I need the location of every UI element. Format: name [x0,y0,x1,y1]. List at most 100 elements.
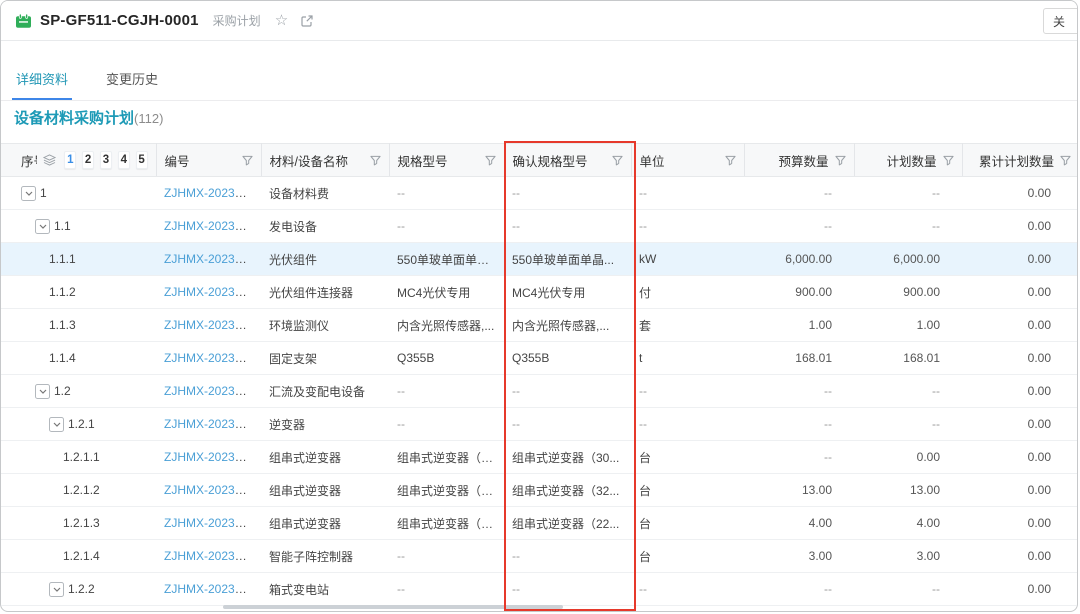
cell-name: 组串式逆变器 [261,441,389,474]
row-code-link[interactable]: ZJHMX-20230606... [164,351,261,365]
expand-collapse-toggle[interactable] [35,384,50,399]
favorite-star-icon[interactable]: ☆ [275,13,288,28]
horizontal-scrollbar[interactable] [223,605,563,609]
tree-level-button-4[interactable]: 4 [118,151,130,169]
table-row[interactable]: 1.2ZJHMX-20230606...汇流及变配电设备----------0.… [1,375,1078,408]
cell-code: ZJHMX-20230606... [156,507,261,540]
cell-plan_qty: -- [854,408,962,441]
cell-plan_qty: -- [854,573,962,606]
tab-change-history[interactable]: 变更历史 [104,69,160,100]
share-icon[interactable] [300,14,314,28]
table-row[interactable]: 1.1.2ZJHMX-20230606...光伏组件连接器MC4光伏专用MC4光… [1,276,1078,309]
cell-seq: 1.2.2 [1,573,156,606]
filter-icon[interactable] [370,155,381,166]
row-code-link[interactable]: ZJHMX-20230606... [164,285,261,299]
column-header-unit[interactable]: 单位 [631,144,744,177]
row-code-link[interactable]: ZJHMX-20230606... [164,252,261,266]
column-label: 规格型号 [398,151,448,170]
filter-icon[interactable] [725,155,736,166]
tree-layers-icon[interactable] [43,154,56,166]
table-row[interactable]: 1ZJHMX-20230606...设备材料费----------0.00 [1,177,1078,210]
cell-seq: 1.1.4 [1,342,156,375]
column-label: 编号 [165,151,190,170]
expand-collapse-toggle[interactable] [49,582,64,597]
cell-seq: 1.2 [1,375,156,408]
cell-name: 光伏组件连接器 [261,276,389,309]
table-row[interactable]: 1.1.4ZJHMX-20230606...固定支架Q355BQ355Bt168… [1,342,1078,375]
table-row[interactable]: 1.2.1.1ZJHMX-20230606...组串式逆变器组串式逆变器（30.… [1,441,1078,474]
cell-confirm_spec: -- [504,540,631,573]
cell-seq: 1.2.1.3 [1,507,156,540]
cell-cum_plan_qty: 0.00 [962,210,1078,243]
column-header-budget_qty[interactable]: 预算数量 [744,144,854,177]
column-header-code[interactable]: 编号 [156,144,261,177]
row-code-link[interactable]: ZJHMX-20230606... [164,219,261,233]
row-code-link[interactable]: ZJHMX-20230606... [164,516,261,530]
column-header-spec[interactable]: 规格型号 [389,144,504,177]
cell-code: ZJHMX-20230606... [156,309,261,342]
expand-collapse-toggle[interactable] [35,219,50,234]
expand-collapse-toggle[interactable] [21,186,36,201]
column-header-plan_qty[interactable]: 计划数量 [854,144,962,177]
row-code-link[interactable]: ZJHMX-20230606... [164,318,261,332]
cell-confirm_spec: -- [504,408,631,441]
row-seq-label: 1.2 [54,384,71,398]
table-row[interactable]: 1.2.1.3ZJHMX-20230606...组串式逆变器组串式逆变器（22.… [1,507,1078,540]
cell-cum_plan_qty: 0.00 [962,375,1078,408]
cell-spec: Q355B [389,342,504,375]
row-code-link[interactable]: ZJHMX-20230606... [164,417,261,431]
cell-budget_qty: -- [744,408,854,441]
table-row[interactable]: 1.1.3ZJHMX-20230606...环境监测仪内含光照传感器,...内含… [1,309,1078,342]
cell-spec: 内含光照传感器,... [389,309,504,342]
expand-collapse-toggle[interactable] [49,417,64,432]
filter-icon[interactable] [1060,155,1071,166]
row-code-link[interactable]: ZJHMX-20230606... [164,450,261,464]
procurement-table-wrap: 序号12345 编号 材料/设备名称规格型号 确认规格型号 单位预算数量计划数量累计计划… [1,143,1077,606]
filter-icon[interactable] [485,155,496,166]
table-row[interactable]: 1.2.1.4ZJHMX-20230606...智能子阵控制器----台3.00… [1,540,1078,573]
row-code-link[interactable]: ZJHMX-20230606... [164,384,261,398]
row-code-link[interactable]: ZJHMX-20230606... [164,186,261,200]
cell-code: ZJHMX-20230606... [156,375,261,408]
cell-name: 设备材料费 [261,177,389,210]
cell-seq: 1.1.1 [1,243,156,276]
table-row[interactable]: 1.2.1ZJHMX-20230606...逆变器----------0.00 [1,408,1078,441]
column-header-confirm_spec[interactable]: 确认规格型号 [504,144,631,177]
column-header-name[interactable]: 材料/设备名称 [261,144,389,177]
column-label: 确认规格型号 [513,151,588,170]
tree-level-button-1[interactable]: 1 [64,151,76,169]
filter-icon[interactable] [835,155,846,166]
cell-code: ZJHMX-20230606... [156,342,261,375]
procurement-plan-window: SP-GF511-CGJH-0001 采购计划 ☆ 关 详细资料 变更历史 设备… [0,0,1078,612]
cell-budget_qty: -- [744,177,854,210]
filter-icon[interactable] [242,155,253,166]
tree-level-button-3[interactable]: 3 [100,151,112,169]
close-button[interactable]: 关 [1043,8,1078,34]
row-seq-label: 1.2.2 [68,582,95,596]
row-seq-label: 1.1.1 [49,252,76,266]
cell-confirm_spec: 组串式逆变器（22... [504,507,631,540]
row-seq-label: 1.2.1.4 [63,549,100,563]
tab-detail-info[interactable]: 详细资料 [14,69,70,100]
row-code-link[interactable]: ZJHMX-20230606... [164,483,261,497]
filter-icon[interactable] [612,155,623,166]
cell-confirm_spec: -- [504,573,631,606]
table-row[interactable]: 1.1ZJHMX-20230606...发电设备----------0.00 [1,210,1078,243]
cell-unit: -- [631,408,744,441]
cell-seq: 1.2.1.1 [1,441,156,474]
table-row[interactable]: 1.1.1ZJHMX-20230606...光伏组件550单玻单面单晶...55… [1,243,1078,276]
column-header-cum_plan_qty[interactable]: 累计计划数量 [962,144,1078,177]
row-code-link[interactable]: ZJHMX-20230606... [164,549,261,563]
tree-level-button-5[interactable]: 5 [136,151,148,169]
row-code-link[interactable]: ZJHMX-20230606... [164,582,261,596]
cell-cum_plan_qty: 0.00 [962,177,1078,210]
filter-icon[interactable] [943,155,954,166]
column-header-seq[interactable]: 序号12345 [1,144,156,177]
cell-name: 固定支架 [261,342,389,375]
cell-unit: -- [631,573,744,606]
cell-spec: MC4光伏专用 [389,276,504,309]
tree-level-button-2[interactable]: 2 [82,151,94,169]
table-row[interactable]: 1.2.1.2ZJHMX-20230606...组串式逆变器组串式逆变器（32.… [1,474,1078,507]
table-row[interactable]: 1.2.2ZJHMX-20230606...箱式变电站----------0.0… [1,573,1078,606]
cell-name: 箱式变电站 [261,573,389,606]
